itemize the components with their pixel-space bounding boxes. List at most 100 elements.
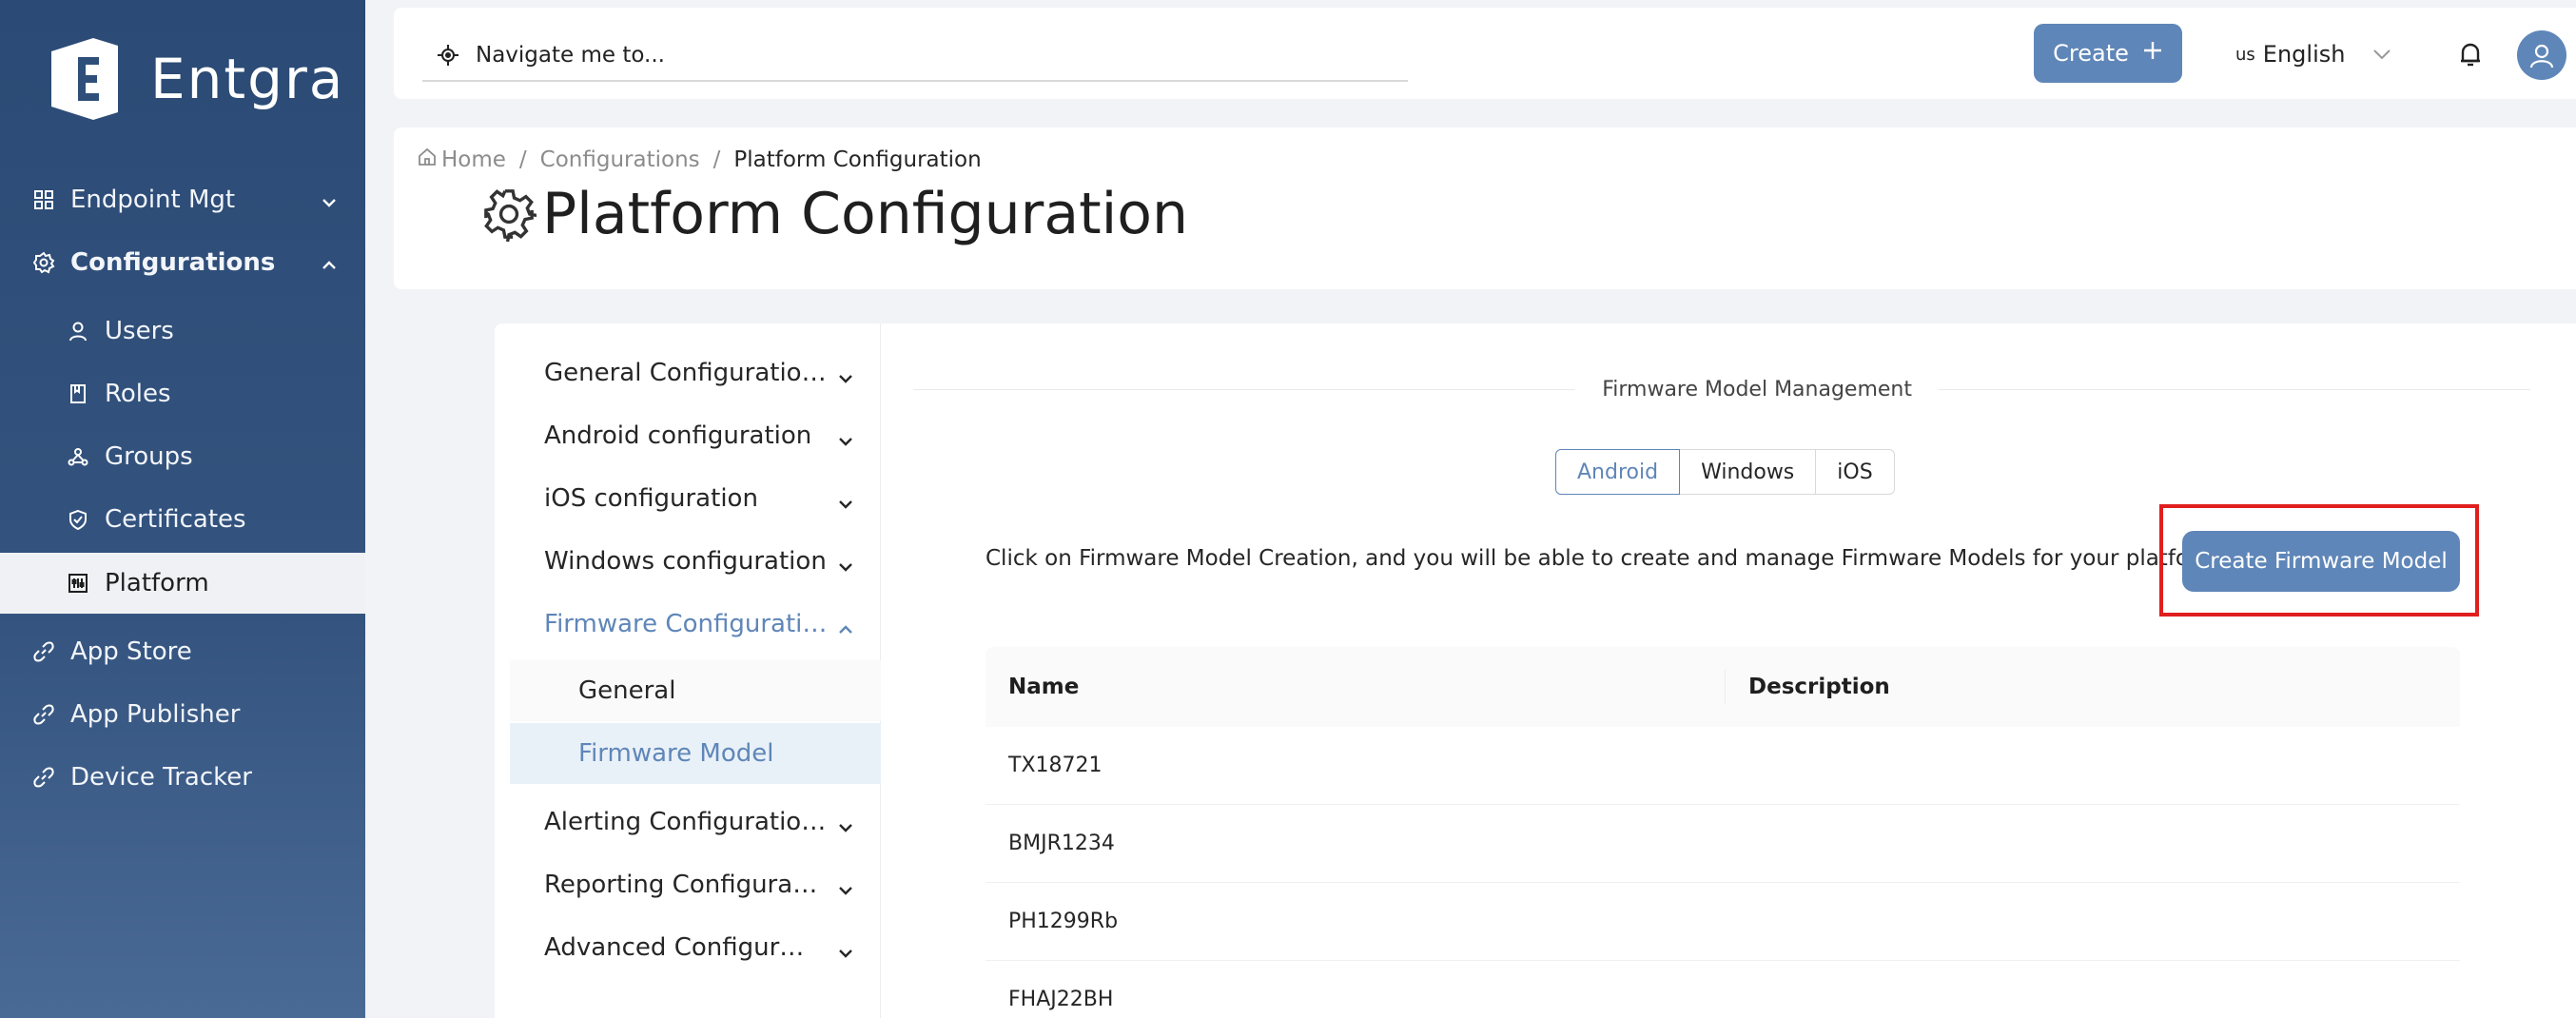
shield-icon xyxy=(65,506,91,533)
bell-icon[interactable] xyxy=(2454,38,2487,70)
create-button[interactable]: Create xyxy=(2034,24,2182,83)
sidebar-item-device-tracker[interactable]: Device Tracker xyxy=(0,747,365,808)
menu-item-alerting-configurations[interactable]: Alerting Configurations xyxy=(495,792,881,852)
grid-icon xyxy=(30,186,57,213)
menu-item-label: General xyxy=(578,676,676,705)
search-placeholder: Navigate me to... xyxy=(476,43,665,68)
home-icon xyxy=(417,147,438,173)
menu-item-label: iOS configuration xyxy=(544,484,758,513)
book-icon xyxy=(65,381,91,407)
sidebar-item-certificates[interactable]: Certificates xyxy=(0,489,365,550)
sidebar-item-label: Groups xyxy=(105,442,193,471)
column-header-description[interactable]: Description xyxy=(1726,675,1890,699)
firmware-hint-text: Click on Firmware Model Creation, and yo… xyxy=(986,546,2226,571)
cell-name: TX18721 xyxy=(1008,754,1103,777)
menu-item-label: Firmware Model xyxy=(578,739,774,768)
table-row[interactable]: TX18721 xyxy=(986,727,2460,805)
chevron-down-icon xyxy=(837,877,854,895)
menu-item-advanced-configurations[interactable]: Advanced Configurations xyxy=(495,917,881,978)
chevron-down-icon xyxy=(837,428,854,446)
sidebar-item-label: Configurations xyxy=(70,248,276,277)
firmware-model-panel: Firmware Model Management Android Window… xyxy=(913,323,2576,1018)
sidebar-item-label: Certificates xyxy=(105,505,246,534)
menu-item-label: Android configuration xyxy=(544,421,812,450)
chevron-up-icon xyxy=(837,617,854,634)
sidebar-item-label: Roles xyxy=(105,380,171,408)
groups-icon xyxy=(65,443,91,470)
gear-icon xyxy=(30,249,57,276)
language-select[interactable]: us English xyxy=(2235,30,2392,78)
sidebar-item-users[interactable]: Users xyxy=(0,301,365,362)
column-header-name[interactable]: Name xyxy=(986,670,1726,704)
link-icon xyxy=(30,764,57,791)
navigate-search-input[interactable]: Navigate me to... xyxy=(422,30,1408,82)
section-title: Firmware Model Management xyxy=(1602,377,1912,401)
content-card: General Configurations Android configura… xyxy=(495,323,2576,1018)
chevron-down-icon xyxy=(2371,44,2392,65)
menu-subitem-general[interactable]: General xyxy=(510,660,881,721)
sidebar-item-groups[interactable]: Groups xyxy=(0,426,365,487)
sidebar-item-app-store[interactable]: App Store xyxy=(0,621,365,682)
sidebar-item-label: Device Tracker xyxy=(70,763,252,792)
brand-name: Entgra xyxy=(150,47,345,111)
chevron-down-icon xyxy=(837,365,854,383)
config-menu: General Configurations Android configura… xyxy=(495,323,881,1018)
create-firmware-model-button[interactable]: Create Firmware Model xyxy=(2182,531,2460,592)
sidebar-item-configurations[interactable]: Configurations xyxy=(0,232,365,293)
table-row[interactable]: BMJR1234 xyxy=(986,805,2460,883)
cell-name: PH1299Rb xyxy=(1008,910,1119,933)
language-code: us xyxy=(2235,44,2255,65)
menu-item-label: Alerting Configurations xyxy=(544,808,829,836)
sidebar-item-label: Platform xyxy=(105,569,209,597)
table-row[interactable]: FHAJ22BH xyxy=(986,961,2460,1018)
sidebar-item-roles[interactable]: Roles xyxy=(0,363,365,424)
chevron-down-icon xyxy=(837,940,854,958)
chevron-down-icon xyxy=(837,491,854,509)
avatar[interactable] xyxy=(2517,30,2566,80)
breadcrumb-configurations[interactable]: Configurations xyxy=(540,147,700,172)
breadcrumb: Home / Configurations / Platform Configu… xyxy=(417,147,982,173)
link-icon xyxy=(30,701,57,728)
menu-item-label: General Configurations xyxy=(544,359,829,387)
firmware-models-table: Name Description TX18721 BMJR1234 PH1299… xyxy=(986,647,2460,1018)
locate-icon xyxy=(436,43,460,68)
section-divider: Firmware Model Management xyxy=(913,375,2530,403)
menu-item-general-configurations[interactable]: General Configurations xyxy=(495,343,881,403)
tab-windows[interactable]: Windows xyxy=(1679,449,1817,495)
platform-tabs: Android Windows iOS xyxy=(1555,449,1895,495)
gear-icon xyxy=(481,186,538,243)
sidebar-item-endpoint-mgt[interactable]: Endpoint Mgt xyxy=(0,169,365,230)
page-title-row: Platform Configuration xyxy=(481,181,1188,247)
top-bar: Navigate me to... Create us English xyxy=(394,8,2576,99)
table-row[interactable]: PH1299Rb xyxy=(986,883,2460,961)
chevron-down-icon xyxy=(837,554,854,572)
breadcrumb-home[interactable]: Home xyxy=(441,147,506,172)
brand-logo[interactable]: Entgra xyxy=(38,34,344,124)
chevron-up-icon xyxy=(320,253,339,272)
menu-item-reporting-configurations[interactable]: Reporting Configurations xyxy=(495,854,881,915)
sidebar-item-label: App Store xyxy=(70,637,192,666)
create-button-label: Create xyxy=(2053,40,2129,67)
entgra-logo-icon xyxy=(38,34,127,124)
sidebar-item-label: Endpoint Mgt xyxy=(70,186,236,214)
chevron-down-icon xyxy=(320,190,339,209)
table-header: Name Description xyxy=(986,647,2460,727)
cell-name: BMJR1234 xyxy=(1008,832,1115,855)
page-header: Home / Configurations / Platform Configu… xyxy=(394,127,2576,289)
menu-item-ios-configuration[interactable]: iOS configuration xyxy=(495,468,881,529)
language-label: English xyxy=(2262,41,2346,68)
plus-icon xyxy=(2142,40,2163,67)
menu-item-firmware-configuration[interactable]: Firmware Configuration xyxy=(495,594,881,655)
menu-item-label: Reporting Configurations xyxy=(544,871,818,899)
sidebar-item-platform[interactable]: Platform xyxy=(0,553,365,614)
sidebar: Entgra Endpoint Mgt Configurations Users… xyxy=(0,0,365,1018)
menu-subitem-firmware-model[interactable]: Firmware Model xyxy=(510,723,881,784)
breadcrumb-separator: / xyxy=(712,147,721,172)
tab-android[interactable]: Android xyxy=(1555,449,1681,495)
tab-ios[interactable]: iOS xyxy=(1815,449,1895,495)
sidebar-item-label: Users xyxy=(105,317,174,345)
sidebar-item-app-publisher[interactable]: App Publisher xyxy=(0,684,365,745)
platform-icon xyxy=(65,570,91,597)
menu-item-windows-configuration[interactable]: Windows configuration xyxy=(495,531,881,592)
menu-item-android-configuration[interactable]: Android configuration xyxy=(495,405,881,466)
